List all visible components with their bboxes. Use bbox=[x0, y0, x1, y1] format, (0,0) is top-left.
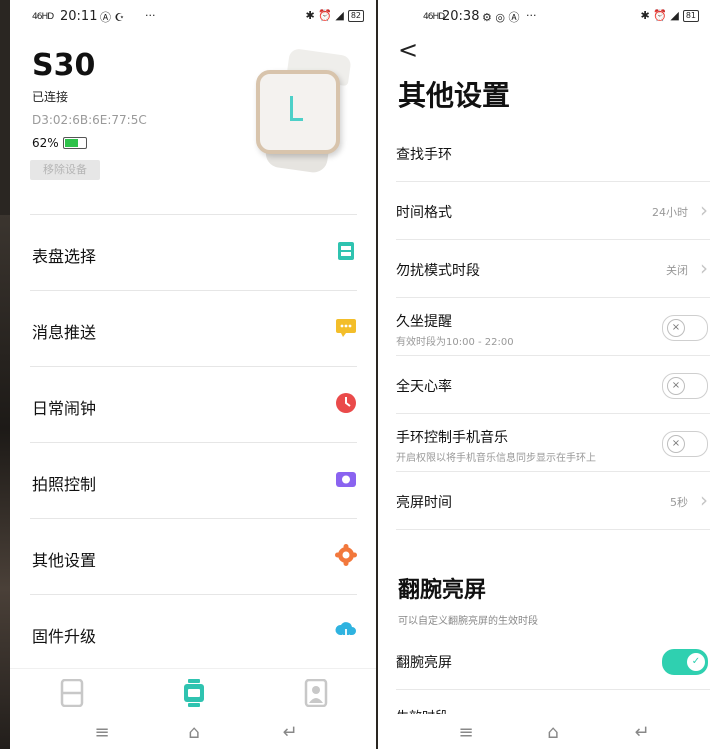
device-mac: D3:02:6B:6E:77:5C bbox=[32, 113, 147, 127]
status-bar: 46HD 20:11 Ⓐ ☪ ··· ✱ ⏰ ◢ 82 bbox=[10, 0, 376, 34]
device-name: S30 bbox=[32, 48, 96, 83]
system-icons: ✱ ⏰ ◢ 82 bbox=[305, 9, 364, 22]
watchface-icon bbox=[338, 242, 354, 260]
menu-item-label: 固件升级 bbox=[32, 627, 97, 646]
settings-row-label: 勿扰模式时段 bbox=[396, 263, 480, 279]
battery-percent: 62% bbox=[32, 136, 59, 150]
toggle-switch[interactable]: × bbox=[662, 373, 708, 399]
watch-image bbox=[250, 47, 358, 175]
menu-icon[interactable]: ≡ bbox=[92, 723, 112, 743]
menu-item[interactable]: 固件升级 bbox=[30, 594, 357, 670]
page-title: 其他设置 bbox=[398, 79, 511, 112]
profile-tab-icon[interactable] bbox=[304, 679, 328, 707]
close-icon: × bbox=[667, 319, 685, 337]
settings-row[interactable]: 手环控制手机音乐开启权限以将手机音乐信息同步显示在手环上 × bbox=[396, 414, 710, 472]
system-nav-bar: ≡ ⌂ ↵ bbox=[10, 717, 376, 749]
clock-icon bbox=[336, 393, 356, 413]
settings-row[interactable]: 时间格式 24小时 › bbox=[396, 182, 710, 240]
menu-item-label: 表盘选择 bbox=[32, 247, 97, 266]
settings-row-value: 24小时 bbox=[652, 206, 688, 219]
settings-row-label: 时间格式 bbox=[396, 205, 452, 221]
background-strip bbox=[0, 215, 10, 749]
chevron-right-icon: › bbox=[700, 198, 708, 222]
toggle-switch[interactable]: × bbox=[662, 315, 708, 341]
menu-item-label: 日常闹钟 bbox=[32, 399, 97, 418]
settings-row-sublabel: 开启权限以将手机音乐信息同步显示在手环上 bbox=[396, 453, 596, 464]
close-icon: × bbox=[667, 435, 685, 453]
menu-item-label: 消息推送 bbox=[32, 323, 97, 342]
settings-row[interactable]: 亮屏时间 5秒 › bbox=[396, 472, 710, 530]
chevron-right-icon: › bbox=[700, 256, 708, 280]
system-icons: ✱ ⏰ ◢ 81 bbox=[640, 9, 699, 22]
back-button[interactable]: < bbox=[398, 38, 418, 62]
check-icon: ✓ bbox=[687, 653, 705, 671]
message-icon bbox=[336, 319, 356, 337]
flip-wrist-toggle[interactable]: ✓ bbox=[662, 649, 708, 675]
settings-row-label: 全天心率 bbox=[396, 379, 452, 395]
settings-row[interactable]: 勿扰模式时段 关闭 › bbox=[396, 240, 710, 298]
menu-item-label: 其他设置 bbox=[32, 551, 97, 570]
camera-icon bbox=[336, 472, 356, 487]
menu-item[interactable]: 消息推送 bbox=[30, 290, 357, 366]
settings-row-sublabel: 有效时段为10:00 - 22:00 bbox=[396, 337, 514, 348]
settings-row-value: 关闭 bbox=[666, 264, 688, 277]
signal-indicator: 46HD bbox=[423, 12, 445, 22]
settings-row-label: 手环控制手机音乐 bbox=[396, 430, 508, 446]
flip-wrist-label: 翻腕亮屏 bbox=[396, 655, 452, 671]
menu-item[interactable]: 表盘选择 bbox=[30, 214, 357, 290]
settings-list: 查找手环时间格式 24小时 › 勿扰模式时段 关闭 › 久坐提醒有效时段为10:00 -… bbox=[396, 124, 710, 530]
settings-row-value: 5秒 bbox=[670, 496, 688, 509]
watch-tab-icon[interactable] bbox=[182, 679, 206, 707]
status-time: 20:38 bbox=[442, 9, 480, 24]
more-icon: ··· bbox=[145, 9, 156, 22]
device-screen: 46HD 20:11 Ⓐ ☪ ··· ✱ ⏰ ◢ 82 S30 已连接 D3:0… bbox=[10, 0, 376, 749]
settings-screen: 46HD 20:38 ⚙ ◎ Ⓐ ··· ✱ ⏰ ◢ 81 < 其他设置 查找手… bbox=[378, 0, 711, 749]
battery-icon: 82 bbox=[347, 9, 364, 22]
settings-row-label: 亮屏时间 bbox=[396, 495, 452, 511]
gear-icon bbox=[335, 544, 357, 566]
back-nav-icon[interactable]: ↵ bbox=[280, 723, 300, 743]
home-icon[interactable]: ⌂ bbox=[543, 723, 563, 743]
chevron-right-icon: › bbox=[700, 488, 708, 512]
menu-item[interactable]: 日常闹钟 bbox=[30, 366, 357, 442]
flip-wrist-row[interactable]: 翻腕亮屏 ✓ bbox=[396, 632, 710, 690]
more-icon: ··· bbox=[526, 9, 537, 22]
device-tab-icon[interactable] bbox=[60, 679, 84, 707]
connection-status: 已连接 bbox=[32, 90, 69, 104]
status-bar: 46HD 20:38 ⚙ ◎ Ⓐ ··· ✱ ⏰ ◢ 81 bbox=[378, 0, 711, 34]
back-nav-icon[interactable]: ↵ bbox=[632, 723, 652, 743]
section-description: 可以自定义翻腕亮屏的生效时段 bbox=[398, 616, 538, 627]
settings-row[interactable]: 查找手环 bbox=[396, 124, 710, 182]
menu-item[interactable]: 其他设置 bbox=[30, 518, 357, 594]
device-battery: 62% bbox=[32, 136, 87, 150]
toggle-switch[interactable]: × bbox=[662, 431, 708, 457]
partial-row-label: 生效时段 bbox=[396, 706, 448, 714]
home-icon[interactable]: ⌂ bbox=[184, 723, 204, 743]
menu-icon[interactable]: ≡ bbox=[456, 723, 476, 743]
section-title: 翻腕亮屏 bbox=[398, 578, 487, 603]
signal-indicator: 46HD bbox=[32, 12, 54, 22]
status-right-icons: ✱ ⏰ ◢ bbox=[640, 9, 679, 22]
settings-row[interactable]: 全天心率 × bbox=[396, 356, 710, 414]
device-menu: 表盘选择 消息推送 日常闹钟 拍照控制 其他设置 固件升级 bbox=[30, 214, 357, 670]
close-icon: × bbox=[667, 377, 685, 395]
menu-item-label: 拍照控制 bbox=[32, 475, 97, 494]
settings-row-label: 查找手环 bbox=[396, 147, 452, 163]
status-right-icons: ✱ ⏰ ◢ bbox=[305, 9, 344, 22]
settings-row[interactable]: 久坐提醒有效时段为10:00 - 22:00 × bbox=[396, 298, 710, 356]
settings-row-label: 久坐提醒 bbox=[396, 314, 452, 330]
tab-bar bbox=[10, 668, 376, 719]
battery-icon: 81 bbox=[682, 9, 699, 22]
cloud-download-icon bbox=[335, 622, 356, 641]
remove-device-button[interactable]: 移除设备 bbox=[30, 160, 100, 180]
menu-item[interactable]: 拍照控制 bbox=[30, 442, 357, 518]
system-nav-bar: ≡ ⌂ ↵ bbox=[378, 717, 711, 749]
notification-icons: ⚙ ◎ Ⓐ bbox=[482, 11, 520, 24]
status-time: 20:11 bbox=[60, 9, 98, 24]
notification-icons: Ⓐ ☪ bbox=[100, 11, 125, 24]
battery-bar-icon bbox=[62, 137, 87, 149]
